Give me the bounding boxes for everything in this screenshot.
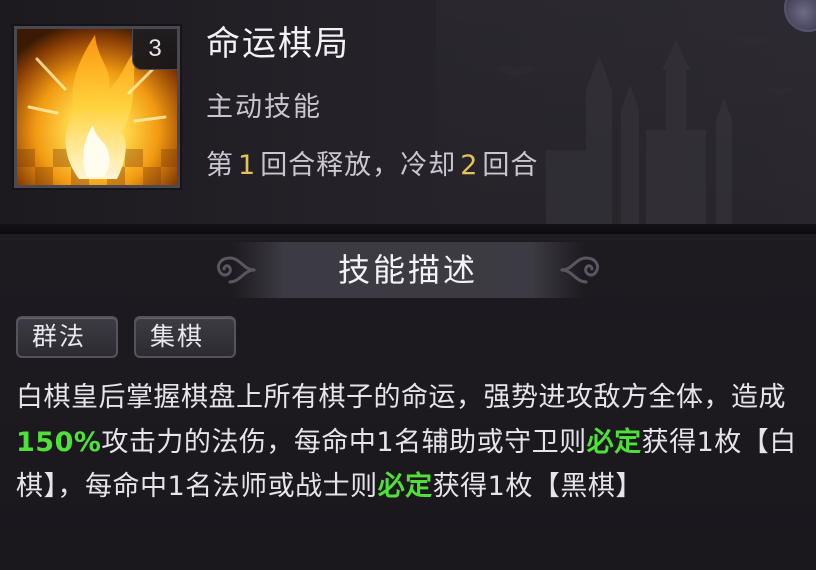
timing-suffix: 回合 bbox=[482, 150, 539, 181]
skill-detail-panel: 3 命运棋局 主动技能 第 1 回合释放，冷却 2 回合 技能描述 群法 集棋 白棋皇后… bbox=[0, 0, 816, 570]
release-round-value: 1 bbox=[238, 150, 257, 181]
skill-type: 主动技能 bbox=[206, 92, 322, 123]
desc-segment: 白棋皇后掌握棋盘上所有棋子的命运，强势进攻敌方全体，造成 bbox=[16, 382, 786, 413]
skill-name: 命运棋局 bbox=[206, 24, 350, 64]
skill-level-badge: 3 bbox=[132, 29, 177, 70]
timing-prefix: 第 bbox=[206, 150, 234, 181]
castle-silhouette-background bbox=[436, 0, 816, 232]
skill-icon: 3 bbox=[14, 26, 180, 188]
skill-timing: 第 1 回合释放，冷却 2 回合 bbox=[206, 146, 538, 186]
skill-header: 3 命运棋局 主动技能 第 1 回合释放，冷却 2 回合 bbox=[0, 0, 816, 232]
timing-middle: 回合释放，冷却 bbox=[260, 150, 457, 181]
desc-highlight-damage: 150% bbox=[16, 426, 102, 458]
desc-segment: 获得1枚【黑棋】 bbox=[432, 471, 643, 502]
desc-highlight-guaranteed: 必定 bbox=[586, 426, 642, 458]
cooldown-value: 2 bbox=[460, 150, 479, 181]
tag-group-magic: 群法 bbox=[16, 316, 118, 358]
tag-collect-chess: 集棋 bbox=[134, 316, 236, 358]
skill-description: 白棋皇后掌握棋盘上所有棋子的命运，强势进攻敌方全体，造成 150%攻击力的法伤，每… bbox=[16, 376, 806, 510]
description-title-bar: 技能描述 bbox=[0, 238, 816, 302]
desc-segment: 攻击力的法伤，每命中1名辅助或守卫则 bbox=[101, 426, 587, 458]
description-title: 技能描述 bbox=[337, 251, 478, 289]
header-divider bbox=[0, 224, 816, 234]
desc-highlight-guaranteed: 必定 bbox=[377, 471, 433, 502]
